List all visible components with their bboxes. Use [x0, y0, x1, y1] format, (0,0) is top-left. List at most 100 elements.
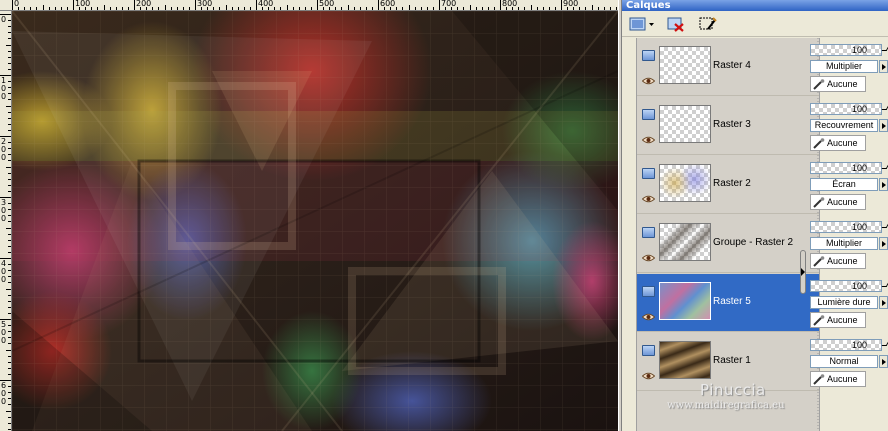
ruler-tick — [8, 233, 11, 235]
ruler-tick — [8, 215, 11, 217]
raster-layer-icon — [642, 50, 655, 61]
mask-icon — [813, 138, 825, 149]
opacity-slider-marker[interactable] — [881, 223, 888, 228]
ruler-tick — [518, 7, 520, 10]
layer-row[interactable]: Raster 3 — [637, 97, 819, 155]
raster-layer-icon — [642, 286, 655, 297]
blend-mode-dropdown-arrow[interactable] — [879, 296, 888, 309]
opacity-slider[interactable]: 100 — [810, 280, 882, 292]
opacity-slider[interactable]: 100 — [810, 221, 882, 233]
ruler-tick — [591, 5, 593, 10]
opacity-slider-marker[interactable] — [881, 46, 888, 51]
mask-select[interactable]: Aucune — [810, 371, 866, 387]
delete-layer-icon — [667, 17, 684, 32]
ruler-tick — [420, 7, 422, 10]
ruler-tick — [8, 404, 11, 406]
layer-thumbnail — [659, 341, 711, 379]
mask-label: Aucune — [827, 256, 858, 266]
ruler-tick — [8, 154, 11, 156]
ruler-tick — [8, 99, 11, 101]
ruler-tick — [158, 7, 160, 10]
ruler-tick — [8, 373, 11, 375]
blend-mode-dropdown-arrow[interactable] — [879, 119, 888, 132]
ruler-tick — [530, 5, 532, 10]
ruler-tick — [8, 26, 11, 28]
ruler-tick — [213, 7, 215, 10]
blend-mode-dropdown-arrow[interactable] — [879, 237, 888, 250]
ruler-tick — [176, 7, 178, 10]
panel-title[interactable]: Calques — [622, 0, 888, 11]
blend-mode-select[interactable]: Écran — [810, 178, 878, 191]
layer-properties-column: 100 Multiplier Aucune 100 Recouvrement Aucune… — [808, 38, 888, 431]
visibility-toggle[interactable] — [641, 306, 656, 321]
ruler-tick — [475, 7, 477, 10]
ruler-tick — [378, 0, 379, 10]
ruler-tick — [8, 392, 11, 394]
mask-select[interactable]: Aucune — [810, 312, 866, 328]
mask-select[interactable]: Aucune — [810, 76, 866, 92]
visibility-toggle[interactable] — [641, 129, 656, 144]
ruler-tick — [8, 129, 11, 131]
opacity-slider[interactable]: 100 — [810, 103, 882, 115]
ruler-tick — [500, 0, 501, 10]
raster-layer-icon — [642, 227, 655, 238]
ruler-tick — [554, 7, 556, 10]
ruler-tick — [36, 7, 38, 10]
opacity-slider-marker[interactable] — [881, 282, 888, 287]
opacity-slider-marker[interactable] — [881, 105, 888, 110]
opacity-slider[interactable]: 100 — [810, 44, 882, 56]
layer-row[interactable]: Raster 2 — [637, 156, 819, 214]
layer-row[interactable]: Groupe - Raster 2 — [637, 215, 819, 273]
mask-select[interactable]: Aucune — [810, 253, 866, 269]
layer-properties: 100 Écran Aucune — [810, 156, 888, 214]
visibility-toggle[interactable] — [641, 247, 656, 262]
visibility-toggle[interactable] — [641, 365, 656, 380]
opacity-slider-marker[interactable] — [881, 164, 888, 169]
image-canvas[interactable] — [12, 11, 618, 431]
ruler-label: 800 — [502, 0, 518, 8]
ruler-tick — [8, 361, 11, 363]
opacity-slider[interactable]: 100 — [810, 162, 882, 174]
opacity-slider-marker[interactable] — [881, 341, 888, 346]
blend-mode-dropdown-arrow[interactable] — [879, 178, 888, 191]
blend-mode-select[interactable]: Normal — [810, 355, 878, 368]
ruler-tick — [8, 331, 11, 333]
ruler-label: 600 — [380, 0, 396, 8]
mask-brush-icon — [813, 79, 825, 90]
blend-mode-select[interactable]: Lumière dure — [810, 296, 878, 309]
ruler-tick — [6, 227, 11, 229]
ruler-tick — [402, 7, 404, 10]
new-layer-button[interactable] — [628, 15, 656, 33]
layer-name: Raster 4 — [713, 60, 751, 71]
ruler-tick — [439, 0, 440, 10]
ruler-tick — [54, 7, 56, 10]
layer-row[interactable]: Raster 5 — [637, 274, 819, 332]
blend-mode-select[interactable]: Multiplier — [810, 60, 878, 73]
blend-mode-dropdown-arrow[interactable] — [879, 60, 888, 73]
ruler-tick — [457, 7, 459, 10]
ruler-label: 400 — [258, 0, 274, 8]
layer-row[interactable]: Raster 4 — [637, 38, 819, 96]
opacity-slider[interactable]: 100 — [810, 339, 882, 351]
delete-layer-button[interactable] — [666, 15, 686, 33]
ruler-label: 0 — [1, 336, 7, 345]
panel-splitter-handle[interactable] — [800, 250, 806, 294]
ruler-tick — [8, 172, 11, 174]
ruler-tick — [609, 7, 611, 10]
layer-properties: 100 Multiplier Aucune — [810, 215, 888, 273]
ruler-label: 0 — [1, 214, 7, 223]
visibility-toggle[interactable] — [641, 188, 656, 203]
visibility-toggle[interactable] — [641, 70, 656, 85]
blend-mode-select[interactable]: Multiplier — [810, 237, 878, 250]
blend-mode-dropdown-arrow[interactable] — [879, 355, 888, 368]
layer-name: Raster 5 — [713, 296, 751, 307]
ruler-tick — [6, 349, 11, 351]
mask-select[interactable]: Aucune — [810, 194, 866, 210]
layer-properties-button[interactable] — [698, 15, 718, 33]
ruler-tick — [603, 7, 605, 10]
blend-mode-select[interactable]: Recouvrement — [810, 119, 878, 132]
ruler-tick — [481, 7, 483, 10]
ruler-tick — [42, 5, 44, 10]
mask-select[interactable]: Aucune — [810, 135, 866, 151]
ruler-tick — [8, 300, 11, 302]
